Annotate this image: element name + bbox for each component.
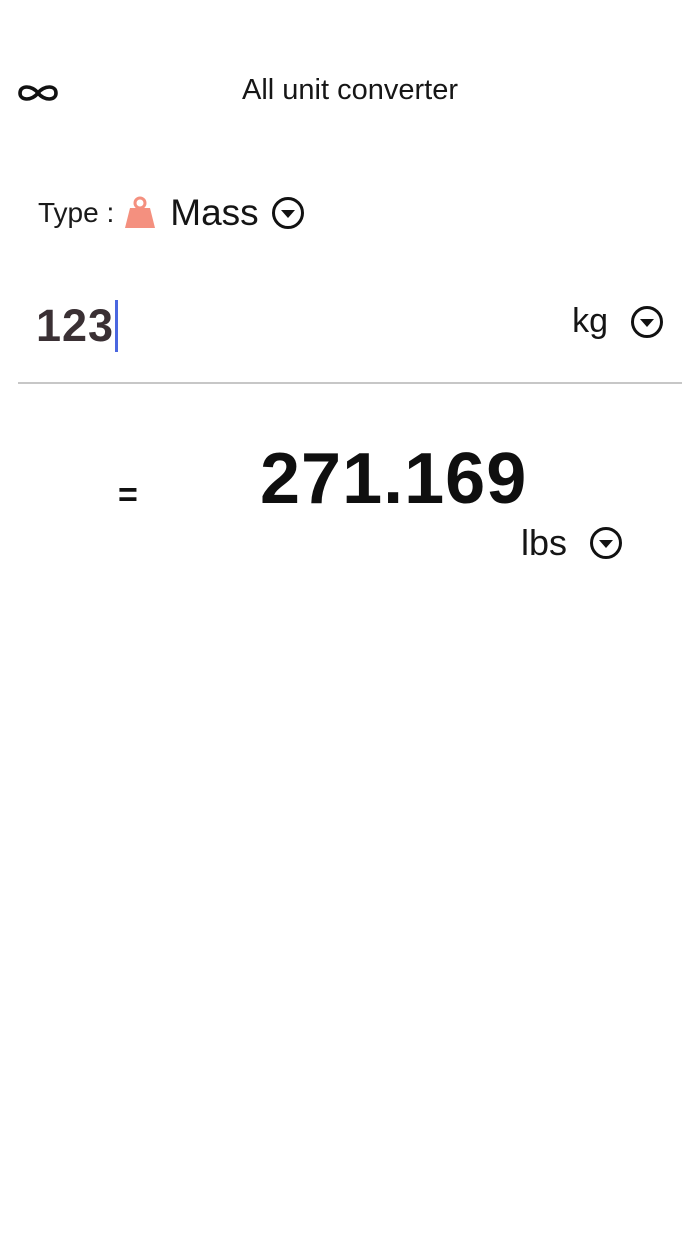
chevron-down-circle-icon xyxy=(630,305,664,339)
to-unit-label: lbs xyxy=(521,522,568,563)
equals-sign: = xyxy=(118,476,138,514)
result-value: 271.169 xyxy=(260,439,528,519)
input-row: 123 kg xyxy=(18,288,682,384)
type-label: Type : xyxy=(38,197,115,228)
app-title: All unit converter xyxy=(242,74,458,106)
weight-icon xyxy=(122,195,158,231)
type-value: Mass xyxy=(170,192,259,233)
from-unit-label: kg xyxy=(572,302,608,340)
chevron-down-circle-icon xyxy=(589,526,623,560)
chevron-down-circle-icon xyxy=(271,196,305,230)
type-row: Type : Mass xyxy=(38,190,305,236)
amount-input-value: 123 xyxy=(36,300,115,351)
type-dropdown[interactable]: Mass xyxy=(122,192,304,234)
amount-input[interactable]: 123 xyxy=(36,298,119,354)
to-unit-dropdown[interactable]: lbs xyxy=(521,522,623,564)
text-caret xyxy=(115,300,119,352)
app-header: All unit converter xyxy=(0,0,700,180)
from-unit-dropdown[interactable]: kg xyxy=(572,302,664,341)
